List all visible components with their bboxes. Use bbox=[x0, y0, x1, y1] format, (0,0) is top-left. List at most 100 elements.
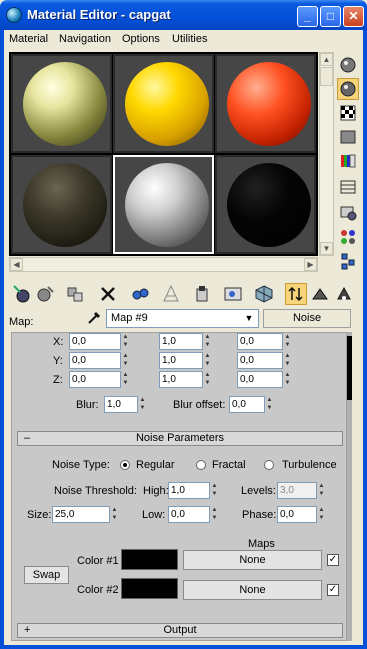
scroll-left-button[interactable]: ◀ bbox=[10, 258, 23, 271]
spinner-arrows-icon[interactable]: ▲ ▼ bbox=[203, 333, 212, 350]
color-1-map-button[interactable]: None bbox=[183, 550, 322, 570]
coord-z-label: Z: bbox=[53, 374, 63, 386]
color-2-label: Color #2 bbox=[77, 584, 119, 596]
select-by-material-icon[interactable] bbox=[337, 226, 359, 248]
radio-fractal[interactable] bbox=[196, 460, 206, 470]
app-icon bbox=[6, 7, 22, 23]
phase-spinner[interactable]: 0,0 bbox=[277, 506, 317, 523]
radio-turbulence[interactable] bbox=[264, 460, 274, 470]
scroll-right-button[interactable]: ▶ bbox=[304, 258, 317, 271]
sample-slot-3[interactable] bbox=[215, 54, 316, 153]
eyedropper-icon[interactable] bbox=[86, 310, 102, 326]
panel-scroll-thumb[interactable] bbox=[347, 336, 352, 400]
backlight-icon[interactable] bbox=[337, 78, 359, 100]
sample-slot-2[interactable] bbox=[113, 54, 214, 153]
size-spinner[interactable]: 25,0 bbox=[52, 506, 110, 523]
spinner-arrows-icon[interactable]: ▲ ▼ bbox=[110, 506, 119, 523]
output-rollout[interactable]: + Output bbox=[17, 623, 343, 638]
put-to-library-icon[interactable] bbox=[160, 283, 182, 305]
close-button[interactable]: ✕ bbox=[343, 6, 364, 27]
show-end-result-icon[interactable] bbox=[253, 283, 275, 305]
spinner-arrows-icon[interactable]: ▲ ▼ bbox=[317, 506, 326, 523]
blur-spinner[interactable]: 1,0 bbox=[104, 396, 138, 413]
blur-offset-spinner[interactable]: 0,0 bbox=[229, 396, 265, 413]
map-type-button[interactable]: Noise bbox=[263, 309, 351, 328]
go-to-parent-icon[interactable] bbox=[285, 283, 307, 305]
show-map-in-viewport-icon[interactable] bbox=[222, 283, 244, 305]
reset-map-icon[interactable] bbox=[97, 283, 119, 305]
sample-type-icon[interactable] bbox=[337, 54, 359, 76]
color-1-label: Color #1 bbox=[77, 555, 119, 567]
angle-z-spinner[interactable]: 0,0 bbox=[237, 371, 283, 388]
put-material-to-scene-icon[interactable] bbox=[34, 283, 56, 305]
offset-z-spinner[interactable]: 0,0 bbox=[69, 371, 121, 388]
scroll-up-button[interactable]: ▲ bbox=[320, 53, 333, 66]
menu-material[interactable]: Material bbox=[9, 33, 48, 45]
spinner-arrows-icon[interactable]: ▲ ▼ bbox=[283, 352, 292, 369]
menu-options[interactable]: Options bbox=[122, 33, 160, 45]
make-preview-icon[interactable] bbox=[337, 176, 359, 198]
tiling-y-spinner[interactable]: 1,0 bbox=[159, 352, 203, 369]
map-name-dropdown[interactable]: Map #9 ▼ bbox=[106, 309, 259, 328]
sample-slot-4[interactable] bbox=[11, 155, 112, 254]
menu-navigation[interactable]: Navigation bbox=[59, 33, 111, 45]
spinner-arrows-icon[interactable]: ▲ ▼ bbox=[121, 371, 130, 388]
slots-horizontal-scrollbar[interactable] bbox=[9, 257, 318, 272]
scroll-thumb[interactable] bbox=[320, 67, 333, 86]
map-label: Map: bbox=[9, 316, 34, 328]
spinner-arrows-icon[interactable]: ▲ ▼ bbox=[210, 482, 219, 499]
sample-slot-5[interactable] bbox=[113, 155, 214, 254]
noise-parameters-rollout[interactable]: – Noise Parameters bbox=[17, 431, 343, 446]
color-1-swatch[interactable] bbox=[121, 549, 178, 570]
background-checker-icon[interactable] bbox=[337, 102, 359, 124]
spinner-arrows-icon[interactable]: ▲ ▼ bbox=[283, 371, 292, 388]
material-effects-channel-icon[interactable] bbox=[191, 283, 213, 305]
spinner-arrows-icon[interactable]: ▲ ▼ bbox=[265, 396, 274, 413]
spinner-arrows-icon[interactable]: ▲ ▼ bbox=[121, 352, 130, 369]
spinner-arrows-icon[interactable]: ▲ ▼ bbox=[121, 333, 130, 350]
color-2-swatch[interactable] bbox=[121, 578, 178, 599]
offset-y-spinner[interactable]: 0,0 bbox=[69, 352, 121, 369]
spinner-arrows-icon[interactable]: ▲ ▼ bbox=[283, 333, 292, 350]
maximize-button[interactable]: □ bbox=[320, 6, 341, 27]
go-forward-to-sibling-icon[interactable] bbox=[309, 283, 331, 305]
minimize-button[interactable]: _ bbox=[297, 6, 318, 27]
assign-material-icon[interactable] bbox=[64, 283, 86, 305]
low-label: Low: bbox=[142, 509, 166, 521]
sample-slot-1[interactable] bbox=[11, 54, 112, 153]
color-1-map-checkbox[interactable]: ✓ bbox=[327, 554, 339, 566]
angle-y-spinner[interactable]: 0,0 bbox=[237, 352, 283, 369]
rollout-title: Noise Parameters bbox=[135, 432, 225, 444]
high-spinner[interactable]: 1,0 bbox=[168, 482, 210, 499]
swap-button[interactable]: Swap bbox=[24, 566, 69, 584]
spinner-arrows-icon[interactable]: ▲ ▼ bbox=[138, 396, 147, 413]
spinner-arrows-icon[interactable]: ▲ ▼ bbox=[203, 352, 212, 369]
levels-spinner: 3,0 bbox=[277, 482, 317, 499]
sample-uv-tiling-icon[interactable] bbox=[337, 126, 359, 148]
material-sphere bbox=[227, 163, 311, 247]
scroll-down-button[interactable]: ▼ bbox=[320, 242, 333, 255]
tiling-z-spinner[interactable]: 1,0 bbox=[159, 371, 203, 388]
offset-x-spinner[interactable]: 0,0 bbox=[69, 333, 121, 350]
chevron-down-icon: ▼ bbox=[244, 313, 254, 323]
color-2-map-button[interactable]: None bbox=[183, 580, 322, 600]
material-map-navigator-icon[interactable] bbox=[337, 250, 359, 272]
pick-material-icon[interactable] bbox=[333, 283, 355, 305]
get-material-icon[interactable] bbox=[11, 283, 33, 305]
menu-utilities[interactable]: Utilities bbox=[172, 33, 207, 45]
radio-regular[interactable] bbox=[120, 460, 130, 470]
rollout-title: Output bbox=[163, 624, 197, 636]
noise-threshold-label: Noise Threshold: bbox=[54, 485, 137, 497]
options-icon[interactable] bbox=[337, 202, 359, 224]
spinner-arrows-icon: ▲ ▼ bbox=[318, 483, 325, 497]
color-2-map-checkbox[interactable]: ✓ bbox=[327, 584, 339, 596]
spinner-arrows-icon[interactable]: ▲ ▼ bbox=[210, 506, 219, 523]
video-color-check-icon[interactable] bbox=[337, 150, 359, 172]
low-spinner[interactable]: 0,0 bbox=[168, 506, 210, 523]
sample-slot-6[interactable] bbox=[215, 155, 316, 254]
material-sphere bbox=[125, 62, 209, 146]
tiling-x-spinner[interactable]: 1,0 bbox=[159, 333, 203, 350]
make-unique-icon[interactable] bbox=[129, 283, 151, 305]
spinner-arrows-icon[interactable]: ▲ ▼ bbox=[203, 371, 212, 388]
angle-x-spinner[interactable]: 0,0 bbox=[237, 333, 283, 350]
